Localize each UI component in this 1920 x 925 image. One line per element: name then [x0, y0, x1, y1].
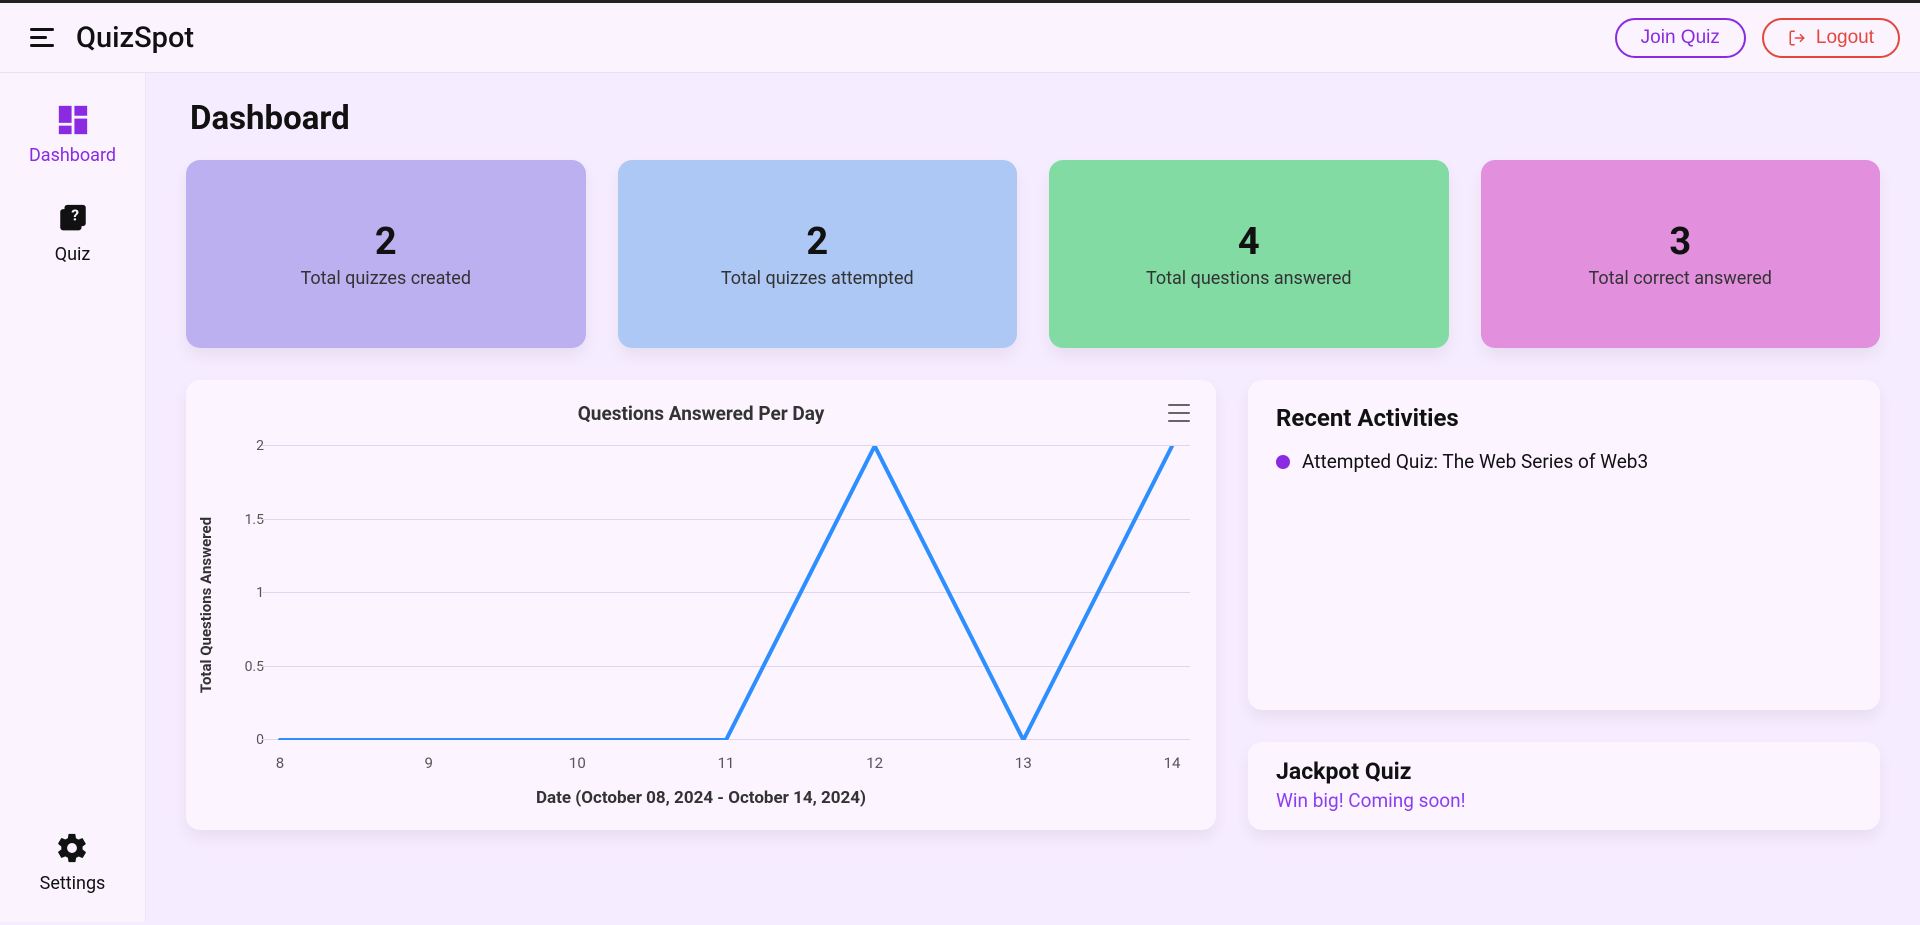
- sidebar-item-label: Dashboard: [29, 145, 116, 166]
- join-quiz-label: Join Quiz: [1641, 27, 1720, 49]
- logout-button[interactable]: Logout: [1762, 18, 1900, 58]
- join-quiz-button[interactable]: Join Quiz: [1615, 18, 1746, 58]
- stat-card: 2 Total quizzes created: [186, 160, 586, 348]
- recent-activities-panel: Recent Activities Attempted Quiz: The We…: [1248, 380, 1880, 710]
- x-tick-label: 13: [1015, 754, 1032, 772]
- stat-value: 3: [1669, 220, 1691, 264]
- y-tick-label: 0: [228, 732, 264, 748]
- sidebar-item-quiz[interactable]: ? Quiz: [54, 202, 92, 265]
- sidebar-item-label: Settings: [40, 873, 106, 894]
- chart-line: [262, 446, 1190, 740]
- x-tick-label: 12: [866, 754, 883, 772]
- logout-label: Logout: [1816, 27, 1874, 49]
- y-tick-label: 2: [228, 438, 264, 454]
- lower-grid: Questions Answered Per Day Total Questio…: [186, 380, 1880, 830]
- chart-menu-icon[interactable]: [1168, 404, 1190, 422]
- recent-activities-list: Attempted Quiz: The Web Series of Web3: [1276, 450, 1852, 473]
- stats-grid: 2 Total quizzes created 2 Total quizzes att…: [186, 160, 1880, 348]
- y-tick-label: 1.5: [228, 512, 264, 528]
- stat-value: 2: [375, 220, 397, 264]
- main-content: Dashboard 2 Total quizzes created 2 Total q…: [146, 73, 1920, 922]
- stat-value: 2: [806, 220, 828, 264]
- stat-label: Total quizzes attempted: [721, 268, 914, 289]
- bullet-icon: [1276, 455, 1290, 469]
- recent-activities-title: Recent Activities: [1276, 404, 1852, 432]
- chart-x-ticks: 8 9 10 11 12 13 14: [262, 754, 1190, 774]
- x-tick-label: 9: [424, 754, 432, 772]
- chart-panel: Questions Answered Per Day Total Questio…: [186, 380, 1216, 830]
- app-brand: QuizSpot: [76, 21, 194, 55]
- sidebar: Dashboard ? Quiz Settings: [0, 73, 146, 922]
- x-tick-label: 11: [718, 754, 735, 772]
- stat-card: 2 Total quizzes attempted: [618, 160, 1018, 348]
- right-column: Recent Activities Attempted Quiz: The We…: [1248, 380, 1880, 830]
- x-tick-label: 8: [276, 754, 284, 772]
- stat-label: Total correct answered: [1589, 268, 1772, 289]
- jackpot-title: Jackpot Quiz: [1276, 758, 1852, 785]
- chart-xlabel: Date (October 08, 2024 - October 14, 202…: [186, 788, 1216, 808]
- svg-text:?: ?: [71, 206, 79, 224]
- sidebar-item-dashboard[interactable]: Dashboard: [29, 103, 116, 166]
- gear-icon: [53, 831, 91, 865]
- stat-label: Total questions answered: [1146, 268, 1352, 289]
- chart-plot-area: [262, 446, 1190, 740]
- x-tick-label: 10: [569, 754, 586, 772]
- dashboard-icon: [54, 103, 92, 137]
- sidebar-item-label: Quiz: [55, 244, 91, 265]
- stat-value: 4: [1238, 220, 1260, 264]
- stat-card: 3 Total correct answered: [1481, 160, 1881, 348]
- menu-toggle-icon[interactable]: [30, 28, 54, 47]
- app-header: QuizSpot Join Quiz Logout: [0, 3, 1920, 73]
- activity-text: Attempted Quiz: The Web Series of Web3: [1302, 450, 1648, 473]
- chart-title: Questions Answered Per Day: [212, 402, 1190, 425]
- chart-ylabel: Total Questions Answered: [197, 517, 215, 693]
- stat-card: 4 Total questions answered: [1049, 160, 1449, 348]
- jackpot-panel: Jackpot Quiz Win big! Coming soon!: [1248, 742, 1880, 830]
- x-tick-label: 14: [1164, 754, 1181, 772]
- stat-label: Total quizzes created: [301, 268, 471, 289]
- page-title: Dashboard: [190, 99, 1880, 138]
- activity-item[interactable]: Attempted Quiz: The Web Series of Web3: [1276, 450, 1852, 473]
- y-tick-label: 0.5: [228, 659, 264, 675]
- y-tick-label: 1: [228, 585, 264, 601]
- quiz-icon: ?: [54, 202, 92, 236]
- logout-icon: [1788, 29, 1806, 47]
- jackpot-subtitle: Win big! Coming soon!: [1276, 789, 1852, 812]
- sidebar-item-settings[interactable]: Settings: [40, 831, 106, 894]
